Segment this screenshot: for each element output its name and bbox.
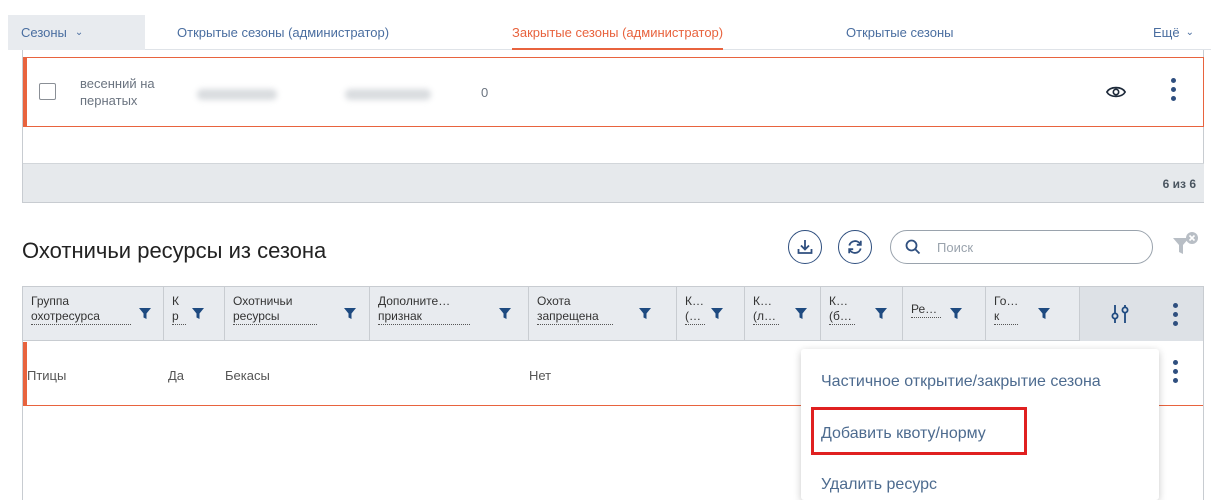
column-label: Дополните… признак xyxy=(378,294,470,325)
chevron-down-icon: ⌄ xyxy=(74,27,84,38)
search-input[interactable] xyxy=(937,238,1137,256)
season-count: 0 xyxy=(481,85,489,100)
menu-item-partial-open-close[interactable]: Частичное открытие/закрытие сезона xyxy=(821,373,1101,391)
seasons-table: весенний на пернатых 0 6 из 6 xyxy=(22,50,1204,203)
column-label: К р xyxy=(172,294,186,325)
seasons-dropdown-label: Сезоны xyxy=(21,25,67,40)
column-header[interactable]: К… (л… xyxy=(745,287,821,341)
refresh-button[interactable] xyxy=(838,230,872,264)
cell-resource: Бекасы xyxy=(225,368,270,383)
filter-icon[interactable] xyxy=(950,308,962,320)
seasons-dropdown[interactable]: Сезоны ⌄ xyxy=(8,15,145,50)
table-menu-icon[interactable] xyxy=(1172,303,1178,326)
redacted-value xyxy=(197,89,277,100)
column-header[interactable]: Го… к xyxy=(986,287,1080,341)
column-header[interactable]: К… (… xyxy=(677,287,745,341)
menu-item-delete-resource[interactable]: Удалить ресурс xyxy=(821,476,937,494)
season-name: весенний на пернатых xyxy=(80,76,155,108)
clear-filter-icon[interactable] xyxy=(1170,230,1204,260)
tab-open-seasons[interactable]: Открытые сезоны xyxy=(846,15,953,50)
download-icon xyxy=(797,240,813,254)
filter-icon[interactable] xyxy=(1038,308,1050,320)
filter-icon[interactable] xyxy=(711,308,723,320)
column-header[interactable]: Группа охотресурса xyxy=(23,287,164,341)
filter-icon[interactable] xyxy=(344,308,356,320)
table-row[interactable]: весенний на пернатых 0 xyxy=(23,57,1204,127)
redacted-value xyxy=(345,89,431,100)
row-menu-icon[interactable] xyxy=(1172,360,1178,383)
filter-icon[interactable] xyxy=(499,308,511,320)
section-title: Охотничьи ресурсы из сезона xyxy=(22,238,327,263)
column-header[interactable]: К… (б… xyxy=(821,287,903,341)
column-label: Охота запрещена xyxy=(537,294,613,325)
filter-icon[interactable] xyxy=(639,308,651,320)
eye-icon[interactable] xyxy=(1106,84,1126,100)
tab-open-seasons-admin[interactable]: Открытые сезоны (администратор) xyxy=(177,15,389,50)
search-box xyxy=(890,230,1153,264)
row-checkbox[interactable] xyxy=(39,83,56,100)
cell-banned: Нет xyxy=(529,368,552,383)
column-header[interactable]: Ре… xyxy=(903,287,986,341)
column-settings-icon[interactable] xyxy=(1111,304,1129,324)
cell-group: Птицы xyxy=(27,368,67,383)
chevron-down-icon: ⌄ xyxy=(1185,27,1194,38)
filter-icon[interactable] xyxy=(139,308,151,320)
download-button[interactable] xyxy=(788,230,822,264)
column-header[interactable]: К р xyxy=(164,287,225,341)
more-tabs-button[interactable]: Ещё ⌄ xyxy=(1153,15,1194,50)
column-header[interactable]: Дополните… признак xyxy=(370,287,529,341)
column-label: К… (б… xyxy=(829,294,855,325)
pagination-count: 6 из 6 xyxy=(1162,177,1196,191)
table-header: Группа охотресурса К р Охотничьи ресурсы… xyxy=(23,287,1203,341)
context-menu: Частичное открытие/закрытие сезона Добав… xyxy=(801,349,1159,500)
refresh-icon xyxy=(848,240,862,254)
more-tabs-label: Ещё xyxy=(1153,25,1180,40)
filter-icon[interactable] xyxy=(875,308,887,320)
column-label: К… (… xyxy=(685,294,705,325)
tab-label: Закрытые сезоны (администратор) xyxy=(512,25,724,40)
column-label: Охотничьи ресурсы xyxy=(233,294,317,325)
column-label: Ре… xyxy=(911,302,941,318)
tab-bar: Сезоны ⌄ Открытые сезоны (администратор)… xyxy=(8,15,1211,50)
table-footer: 6 из 6 xyxy=(23,163,1204,202)
column-header[interactable]: Охота запрещена xyxy=(529,287,677,341)
tab-closed-seasons-admin[interactable]: Закрытые сезоны (администратор) xyxy=(512,15,724,50)
column-label: Группа охотресурса xyxy=(31,294,131,325)
row-menu-icon[interactable] xyxy=(1170,78,1176,101)
filter-icon[interactable] xyxy=(192,308,204,320)
column-label: Го… к xyxy=(994,294,1018,325)
tab-label: Открытые сезоны (администратор) xyxy=(177,25,390,40)
column-settings-cell xyxy=(1080,287,1203,341)
menu-item-add-quota[interactable]: Добавить квоту/норму xyxy=(821,425,986,443)
column-header[interactable]: Охотничьи ресурсы xyxy=(225,287,370,341)
column-label: К… (л… xyxy=(753,294,779,325)
cell-k: Да xyxy=(168,368,185,383)
tab-label: Открытые сезоны xyxy=(846,25,954,40)
filter-icon[interactable] xyxy=(795,308,807,320)
search-icon xyxy=(905,239,921,255)
